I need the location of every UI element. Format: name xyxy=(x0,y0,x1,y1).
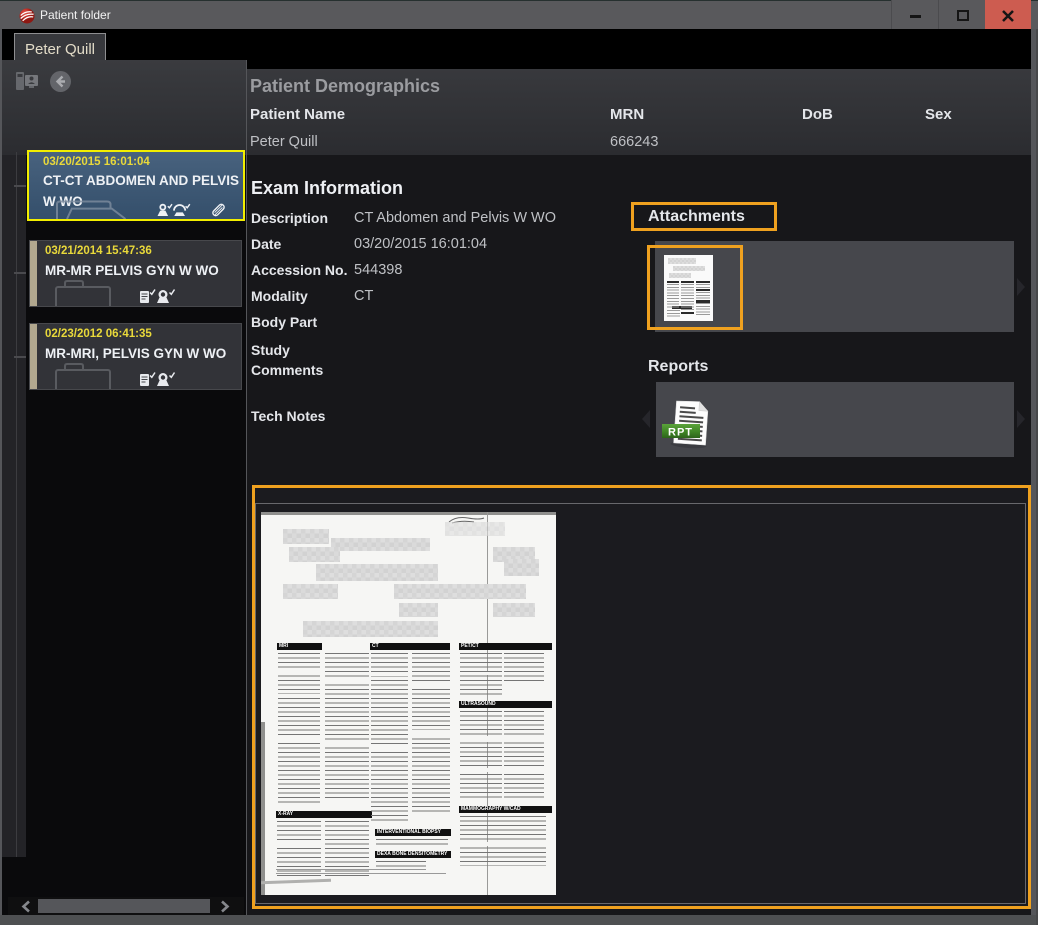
svg-text:RPT: RPT xyxy=(668,427,693,439)
